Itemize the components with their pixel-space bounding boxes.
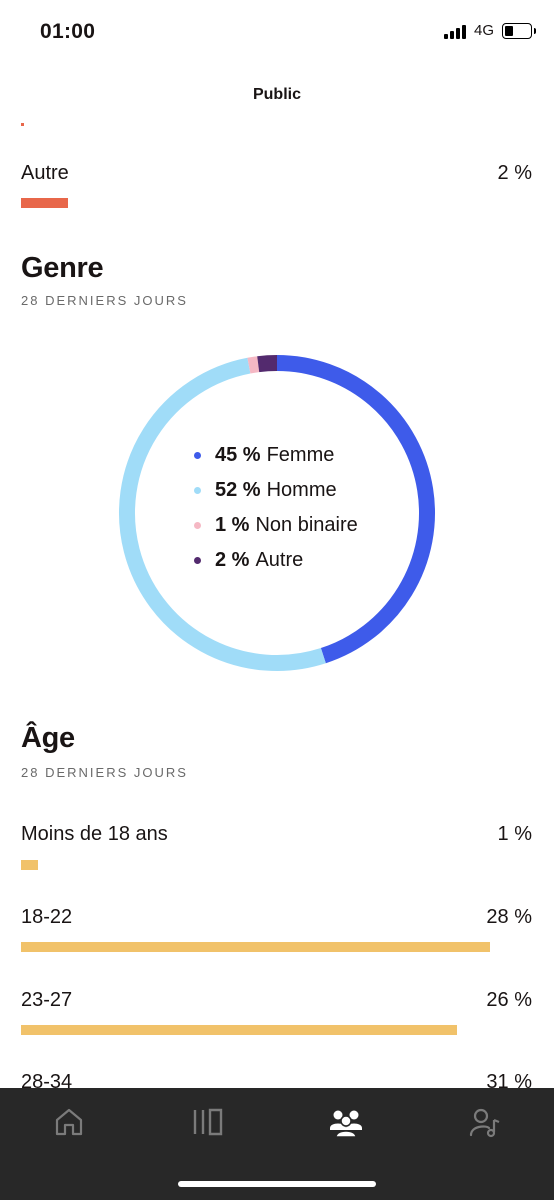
row-value: 2 % <box>497 162 532 184</box>
legend-item-autre: 2 % Autre <box>190 543 390 578</box>
legend-item-homme: 52 % Homme <box>190 473 390 508</box>
legend-label: Femme <box>266 444 335 466</box>
audience-icon <box>330 1110 362 1138</box>
genre-legend: 45 % Femme 52 % Homme 1 % Non binaire 2 … <box>190 438 390 578</box>
legend-item-femme: 45 % Femme <box>190 438 390 473</box>
donut-slice-non-binaire <box>247 356 260 374</box>
row-label: 28-34 <box>21 1071 73 1088</box>
legend-item-non-binaire: 1 % Non binaire <box>190 508 390 543</box>
age-bar <box>21 942 491 952</box>
tab-audience[interactable] <box>316 1100 376 1144</box>
legend-label: Autre <box>255 549 304 571</box>
legend-pct: 52 % <box>215 479 261 501</box>
legend-dot-non-binaire <box>194 522 201 529</box>
page-title: Public <box>252 86 301 103</box>
list-item: Moins de 18 ans 1 % <box>21 823 532 846</box>
top-row-bar <box>21 198 68 208</box>
age-subtitle: 28 DERNIERS JOURS <box>21 765 188 780</box>
age-bar <box>21 860 38 870</box>
legend-pct: 1 % <box>215 514 250 536</box>
row-value: 1 % <box>497 823 532 845</box>
home-indicator <box>178 1181 376 1187</box>
tab-profile[interactable] <box>455 1100 515 1144</box>
legend-label: Non binaire <box>255 514 358 536</box>
list-item: 18-22 28 % <box>21 906 532 929</box>
donut-slice-autre <box>257 355 278 373</box>
legend-dot-homme <box>194 487 201 494</box>
row-value: 31 % <box>486 1071 532 1088</box>
tab-home[interactable] <box>39 1100 99 1144</box>
legend-pct: 45 % <box>215 444 261 466</box>
row-label: 18-22 <box>21 906 73 928</box>
tab-library[interactable] <box>178 1100 238 1144</box>
row-value: 26 % <box>486 989 532 1011</box>
profile-music-icon <box>469 1108 500 1138</box>
genre-subtitle: 28 DERNIERS JOURS <box>21 293 188 308</box>
row-label: 23-27 <box>21 989 73 1011</box>
age-title: Âge <box>21 722 75 754</box>
legend-label: Homme <box>266 479 337 501</box>
legend-dot-femme <box>194 452 201 459</box>
legend-pct: 2 % <box>215 549 250 571</box>
row-label: Moins de 18 ans <box>21 823 168 845</box>
row-label: Autre <box>21 162 69 184</box>
library-icon <box>193 1108 223 1136</box>
age-bar <box>21 1025 457 1035</box>
list-item: 28-34 31 % <box>21 1071 532 1088</box>
row-value: 28 % <box>486 906 532 928</box>
scroll-content[interactable]: Public Autre 2 % Genre 28 DERNIERS JOURS… <box>0 0 554 1088</box>
top-row-bar-remnant <box>21 123 24 126</box>
home-icon <box>55 1108 83 1136</box>
legend-dot-autre <box>194 557 201 564</box>
genre-title: Genre <box>21 252 104 284</box>
list-item: Autre 2 % <box>21 162 532 185</box>
list-item: 23-27 26 % <box>21 989 532 1012</box>
